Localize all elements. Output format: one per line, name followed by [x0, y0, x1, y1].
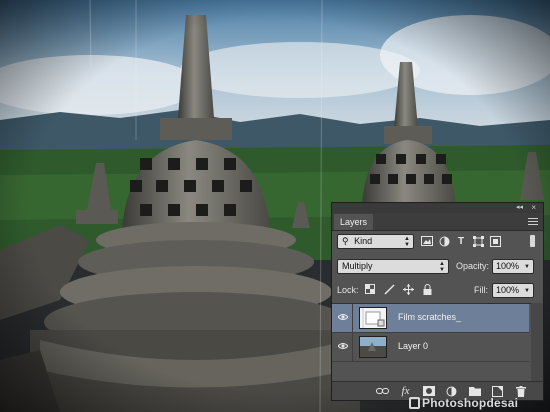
blend-row: Multiply ▲ ▼ Opacity: 100% ▼: [332, 259, 543, 275]
fx-icon[interactable]: fx: [399, 385, 412, 397]
visibility-divider: [352, 304, 353, 332]
layers-panel: ◂◂ × Layers ⚲ Kind ▲ ▼ T Multiply ▲ ▼ Op…: [331, 202, 544, 401]
chevron-updown-icon: ▲ ▼: [404, 236, 410, 248]
filter-row: ⚲ Kind ▲ ▼ T: [332, 234, 543, 250]
layer-list-scrollbar[interactable]: [531, 303, 543, 381]
search-icon: ⚲: [342, 236, 349, 246]
eye-visibility-icon[interactable]: [337, 342, 349, 352]
layer-row-film-scratches[interactable]: Film scratches_: [332, 304, 529, 333]
close-panel-icon[interactable]: ×: [531, 203, 536, 213]
eye-visibility-icon[interactable]: [337, 313, 349, 323]
fill-field[interactable]: 100% ▼: [492, 283, 534, 298]
watermark-text: Photoshopdesai: [422, 396, 519, 410]
lock-image-pixels-icon[interactable]: [383, 283, 395, 295]
lock-row: Lock: Fill: 100% ▼: [332, 283, 543, 299]
visibility-divider: [352, 333, 353, 361]
lock-transparent-pixels-icon[interactable]: [364, 283, 376, 295]
lock-all-icon[interactable]: [421, 283, 433, 295]
smart-object-filter-icon[interactable]: [489, 235, 501, 247]
image-filter-icon[interactable]: [421, 235, 433, 247]
filter-kind-select[interactable]: ⚲ Kind ▲ ▼: [337, 234, 414, 249]
watermark-logo-icon: [409, 397, 420, 409]
link-layers-icon[interactable]: [376, 385, 389, 397]
chevron-updown-icon: ▲ ▼: [439, 261, 445, 273]
opacity-value: 100%: [496, 261, 520, 271]
layer-name: Film scratches_: [398, 312, 462, 322]
fill-value: 100%: [496, 285, 520, 295]
shape-filter-icon[interactable]: [472, 235, 484, 247]
opacity-field[interactable]: 100% ▼: [492, 259, 534, 274]
adjustment-filter-icon[interactable]: [438, 235, 450, 247]
filter-icons: T: [421, 235, 501, 247]
layer-list: Film scratches_ Layer 0: [332, 303, 543, 382]
panel-title-strip: ◂◂ ×: [332, 203, 543, 213]
fill-label: Fill:: [474, 285, 488, 295]
layer-row-layer-0[interactable]: Layer 0: [332, 333, 529, 362]
panel-tab-bar: Layers: [332, 213, 543, 231]
panel-menu-icon[interactable]: [528, 216, 538, 226]
lock-icons: [364, 283, 433, 295]
blend-mode-select[interactable]: Multiply ▲ ▼: [337, 259, 449, 274]
layer-thumbnail: [359, 307, 387, 329]
layer-name: Layer 0: [398, 341, 429, 351]
layer-thumbnail: [359, 336, 387, 358]
type-filter-icon[interactable]: T: [455, 235, 467, 247]
lock-label: Lock:: [337, 285, 359, 295]
lock-position-icon[interactable]: [402, 283, 414, 295]
collapse-panel-icon[interactable]: ◂◂: [516, 203, 523, 213]
filter-toggle-switch[interactable]: [530, 235, 535, 247]
filter-kind-label: Kind: [354, 236, 373, 246]
opacity-label: Opacity:: [456, 261, 490, 271]
tab-layers[interactable]: Layers: [334, 214, 374, 230]
chevron-down-icon: ▼: [524, 288, 530, 294]
blend-mode-value: Multiply: [342, 261, 373, 271]
chevron-down-icon: ▼: [524, 264, 530, 270]
